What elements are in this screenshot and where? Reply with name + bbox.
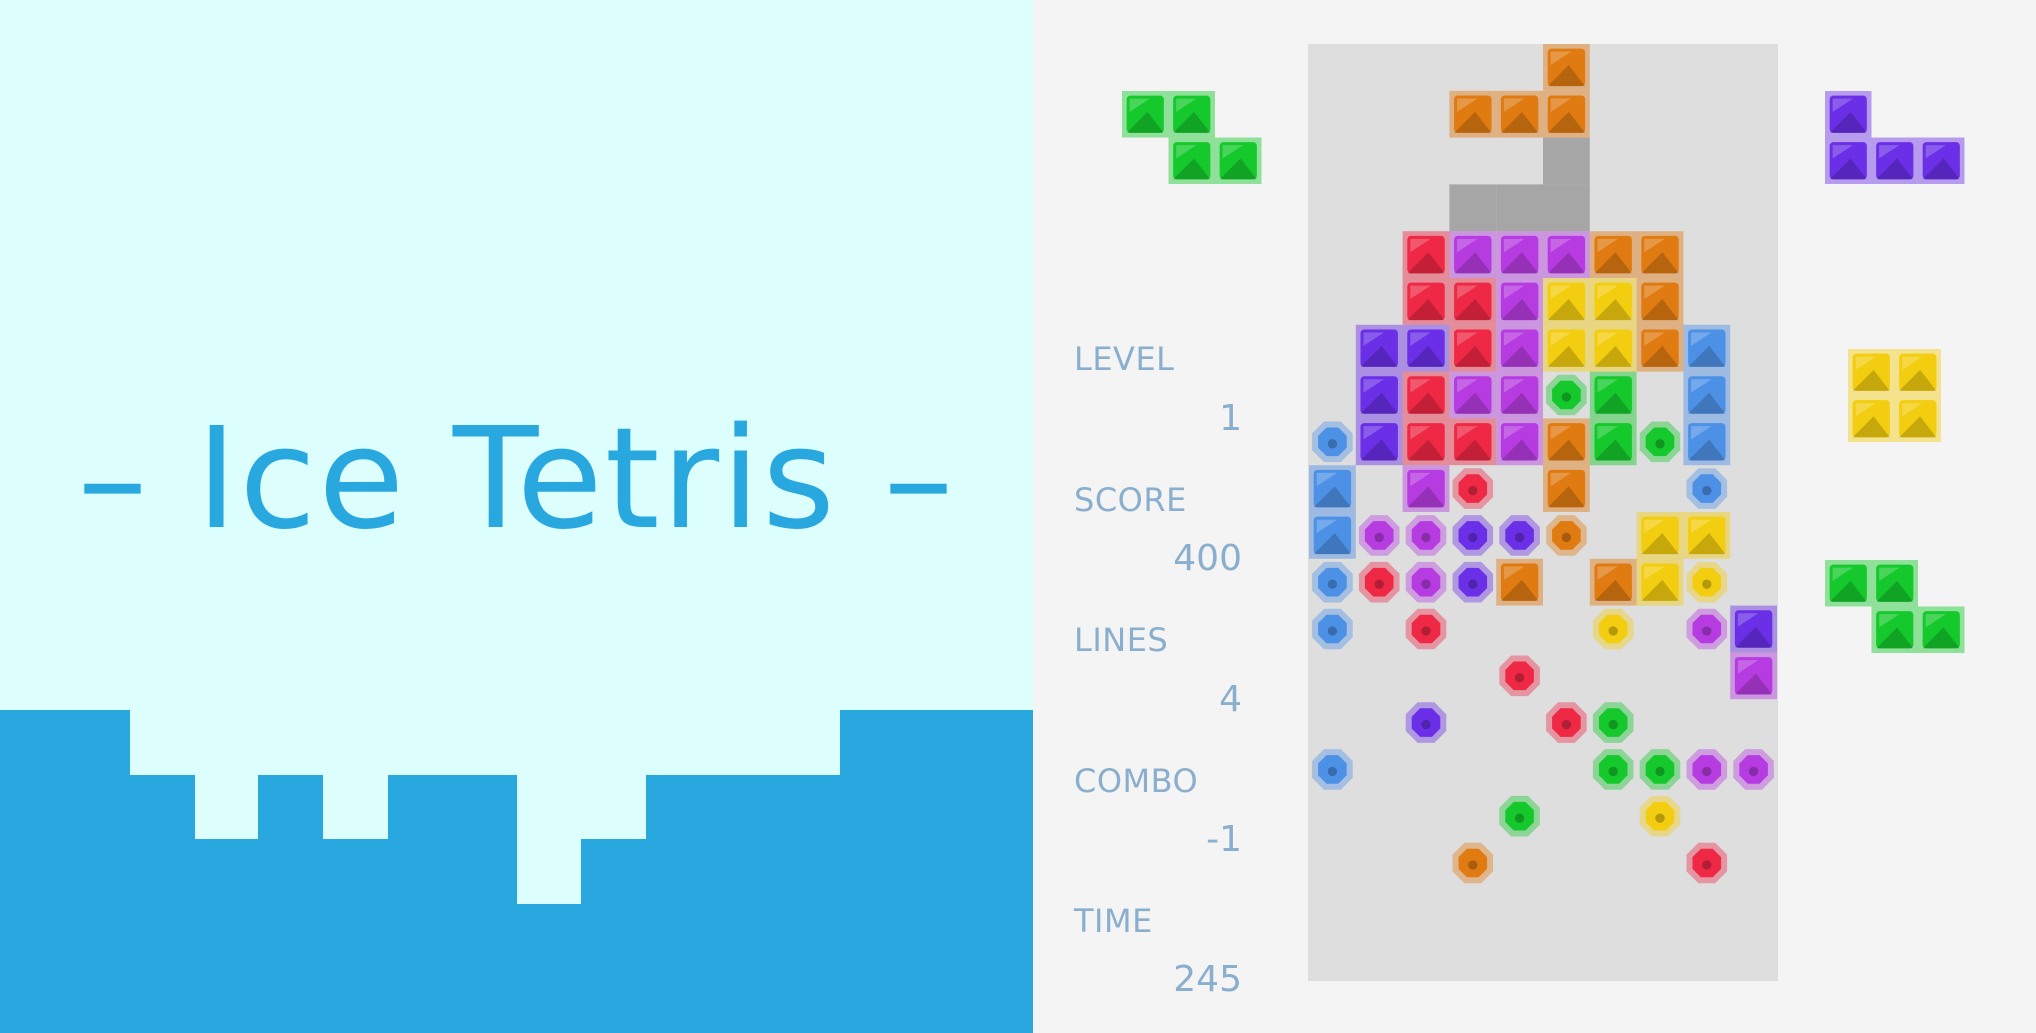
ice-skyline-shape xyxy=(0,710,1033,1033)
game-title: – Ice Tetris – xyxy=(77,398,956,561)
score-value: 400 xyxy=(1173,538,1242,579)
lines-label: LINES xyxy=(1074,621,1169,659)
level-label: LEVEL xyxy=(1074,340,1175,378)
game-board[interactable] xyxy=(1308,44,1778,981)
lines-value: 4 xyxy=(1219,679,1242,720)
combo-label: COMBO xyxy=(1074,762,1199,800)
time-label: TIME xyxy=(1074,902,1153,940)
combo-value: -1 xyxy=(1206,819,1242,860)
level-value: 1 xyxy=(1219,398,1242,439)
time-value: 245 xyxy=(1173,959,1242,1000)
title-panel: – Ice Tetris – xyxy=(0,0,1033,1033)
score-label: SCORE xyxy=(1074,481,1187,519)
